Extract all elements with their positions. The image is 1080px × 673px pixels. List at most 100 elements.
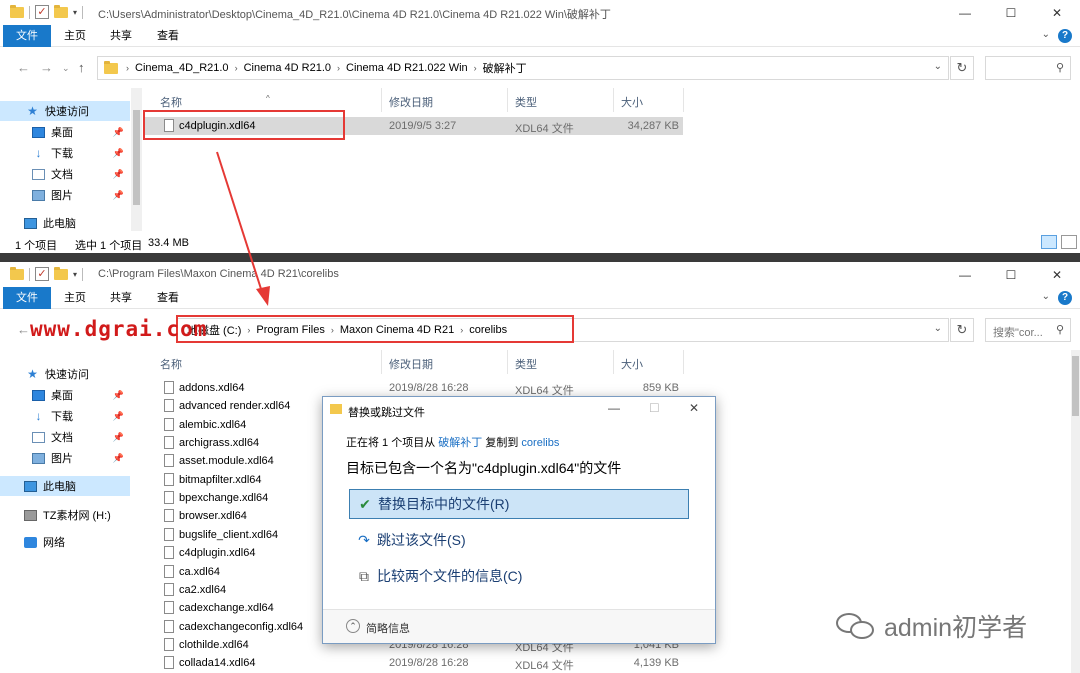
chevron-down-icon[interactable]: ⌄	[1042, 29, 1050, 40]
chevron-down-icon[interactable]: ⌄	[1042, 291, 1050, 302]
forward-icon[interactable]: →	[40, 60, 53, 75]
breadcrumb[interactable]: Maxon Cinema 4D R21	[340, 324, 454, 336]
sidebar-item-desktop[interactable]: 桌面 📌	[0, 122, 130, 142]
divider[interactable]	[381, 88, 382, 112]
breadcrumb[interactable]: Program Files	[256, 324, 324, 336]
compare-files-button[interactable]: ⧉ 比较两个文件的信息(C)	[349, 561, 689, 591]
destination-link[interactable]: corelibs	[521, 437, 559, 449]
column-name[interactable]: 名称	[160, 94, 182, 110]
breadcrumb[interactable]: 破解补丁	[483, 60, 527, 76]
divider[interactable]	[683, 88, 684, 112]
chevron-right-icon[interactable]: ›	[474, 63, 477, 73]
sidebar-item-downloads[interactable]: ↓ 下载 📌	[0, 143, 130, 163]
address-bar[interactable]: › Cinema_4D_R21.0 › Cinema 4D R21.0 › Ci…	[97, 56, 949, 80]
tab-file[interactable]: 文件	[3, 287, 51, 309]
refresh-button[interactable]: ↻	[950, 56, 974, 80]
properties-icon[interactable]: ✓	[35, 5, 49, 19]
sidebar-item-pictures[interactable]: 图片 📌	[0, 185, 130, 205]
divider[interactable]	[507, 88, 508, 112]
sidebar-scrollbar[interactable]	[131, 88, 142, 231]
sidebar-item-this-pc[interactable]: 此电脑	[0, 476, 130, 496]
sidebar-item-quick-access[interactable]: ★ 快速访问	[0, 364, 130, 384]
details-view-button[interactable]	[1041, 235, 1057, 249]
divider[interactable]	[613, 88, 614, 112]
skip-file-button[interactable]: ↷ 跳过该文件(S)	[349, 525, 689, 555]
properties-icon[interactable]: ✓	[35, 267, 49, 281]
source-link[interactable]: 破解补丁	[438, 437, 482, 449]
chevron-down-icon[interactable]: ⌄	[934, 323, 942, 334]
fewer-details-button[interactable]: 简略信息	[366, 620, 410, 636]
tab-view[interactable]: 查看	[153, 287, 183, 309]
maximize-icon[interactable]: ☐	[988, 0, 1034, 25]
pin-icon[interactable]: 📌	[113, 148, 124, 159]
close-icon[interactable]: ✕	[689, 401, 699, 415]
chevron-right-icon[interactable]: ›	[126, 63, 129, 73]
address-bar[interactable]: 地磁盘 (C:) › Program Files › Maxon Cinema …	[176, 318, 949, 342]
chevron-down-icon[interactable]: ▾	[73, 270, 77, 279]
sidebar-item-documents[interactable]: 文档 📌	[0, 427, 130, 447]
search-input[interactable]: ⚲	[985, 56, 1071, 80]
column-size[interactable]: 大小	[621, 356, 643, 372]
new-folder-icon[interactable]	[54, 4, 68, 18]
maximize-icon[interactable]: ☐	[988, 262, 1034, 287]
pin-icon[interactable]: 📌	[113, 411, 124, 422]
column-date[interactable]: 修改日期	[389, 356, 433, 372]
pin-icon[interactable]: 📌	[113, 127, 124, 138]
tab-home[interactable]: 主页	[60, 287, 90, 309]
pin-icon[interactable]: 📌	[113, 453, 124, 464]
up-icon[interactable]: ↑	[78, 60, 85, 75]
chevron-down-icon[interactable]: ⌄	[62, 63, 70, 74]
column-type[interactable]: 类型	[515, 356, 537, 372]
tab-view[interactable]: 查看	[153, 25, 183, 47]
chevron-right-icon[interactable]: ›	[337, 63, 340, 73]
tab-share[interactable]: 共享	[106, 25, 136, 47]
sidebar-item-this-pc[interactable]: 此电脑	[0, 213, 130, 233]
large-icons-view-button[interactable]	[1061, 235, 1077, 249]
replace-file-button[interactable]: ✔ 替换目标中的文件(R)	[349, 489, 689, 519]
file-row[interactable]: addons.xdl64 2019/8/28 16:28 XDL64 文件 859 K…	[143, 379, 683, 397]
sidebar-item-downloads[interactable]: ↓ 下载 📌	[0, 406, 130, 426]
sidebar-item-network[interactable]: 网络	[0, 532, 130, 552]
file-list-scrollbar[interactable]	[1071, 350, 1080, 673]
back-icon[interactable]: ←	[17, 60, 30, 75]
minimize-icon[interactable]: —	[942, 262, 988, 287]
column-name[interactable]: 名称	[160, 356, 182, 372]
sidebar-item-documents[interactable]: 文档 📌	[0, 164, 130, 184]
chevron-up-icon[interactable]: ⌃	[346, 619, 360, 633]
close-icon[interactable]: ✕	[1034, 262, 1080, 287]
minimize-icon[interactable]: —	[942, 0, 988, 25]
breadcrumb[interactable]: Cinema_4D_R21.0	[135, 62, 229, 74]
chevron-right-icon[interactable]: ›	[460, 325, 463, 335]
pin-icon[interactable]: 📌	[113, 432, 124, 443]
divider[interactable]	[683, 350, 684, 374]
tab-file[interactable]: 文件	[3, 25, 51, 47]
help-icon[interactable]: ?	[1058, 29, 1072, 43]
pin-icon[interactable]: 📌	[113, 169, 124, 180]
minimize-icon[interactable]: —	[608, 401, 620, 415]
scrollbar-thumb[interactable]	[1072, 356, 1079, 416]
divider[interactable]	[613, 350, 614, 374]
back-icon[interactable]: ←	[17, 322, 30, 337]
pin-icon[interactable]: 📌	[113, 390, 124, 401]
breadcrumb[interactable]: corelibs	[469, 324, 507, 336]
new-folder-icon[interactable]	[54, 266, 68, 280]
sidebar-item-pictures[interactable]: 图片 📌	[0, 448, 130, 468]
close-icon[interactable]: ✕	[1034, 0, 1080, 25]
tab-share[interactable]: 共享	[106, 287, 136, 309]
search-input[interactable]: 搜索"cor... ⚲	[985, 318, 1071, 342]
sidebar-item-quick-access[interactable]: ★ 快速访问	[0, 101, 130, 121]
file-row[interactable]: collada14.xdl64 2019/8/28 16:28 XDL64 文件 4,…	[143, 654, 683, 672]
pin-icon[interactable]: 📌	[113, 190, 124, 201]
column-date[interactable]: 修改日期	[389, 94, 433, 110]
sidebar-item-drive-h[interactable]: TZ素材网 (H:)	[0, 505, 130, 525]
chevron-right-icon[interactable]: ›	[235, 63, 238, 73]
refresh-button[interactable]: ↻	[950, 318, 974, 342]
scrollbar-thumb[interactable]	[133, 110, 140, 205]
divider[interactable]	[381, 350, 382, 374]
divider[interactable]	[507, 350, 508, 374]
help-icon[interactable]: ?	[1058, 291, 1072, 305]
breadcrumb[interactable]: Cinema 4D R21.0	[244, 62, 331, 74]
file-row[interactable]: c4dplugin.xdl64 2019/9/5 3:27 XDL64 文件 3…	[143, 117, 683, 135]
column-size[interactable]: 大小	[621, 94, 643, 110]
chevron-down-icon[interactable]: ⌄	[934, 61, 942, 72]
